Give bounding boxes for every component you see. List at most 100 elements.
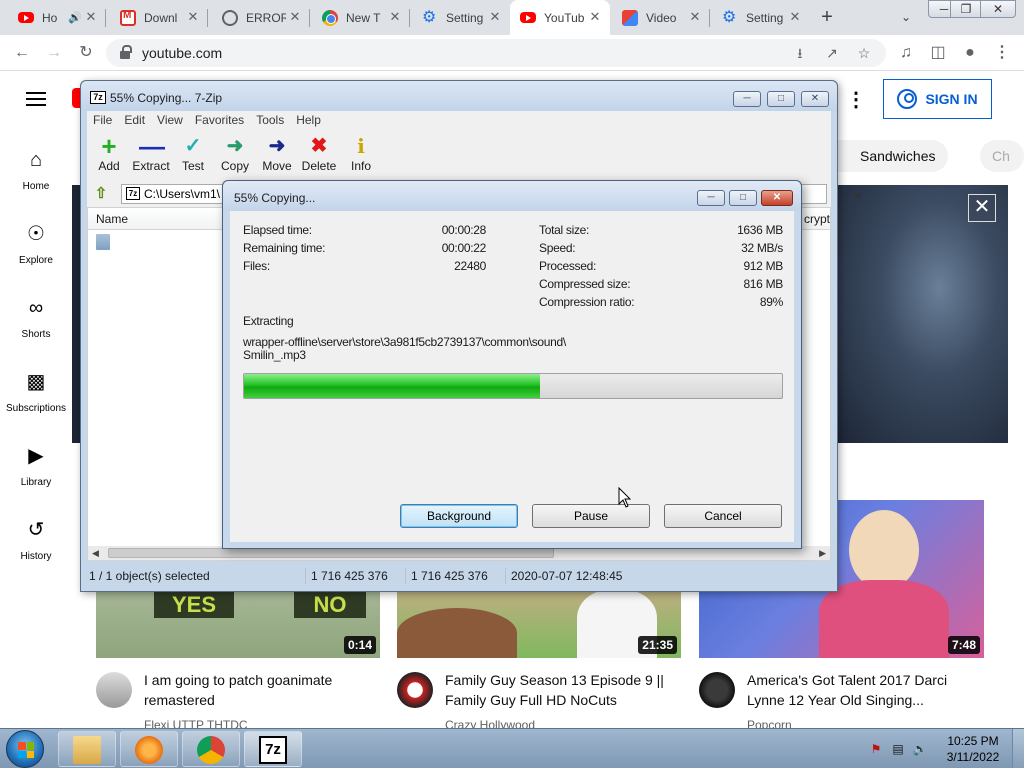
column-name[interactable]: Name (96, 208, 128, 230)
settings-menu-icon[interactable]: ⋮ (846, 90, 866, 112)
test-button[interactable]: ✓ Test (171, 133, 215, 179)
chip-sandwiches[interactable]: Sandwiches (820, 140, 948, 172)
sidebar-item-history[interactable]: ↺ History (0, 510, 72, 580)
path-text[interactable]: C:\Users\vm1\ (144, 187, 220, 201)
sidebar-item-home[interactable]: ⌂ Home (0, 140, 72, 210)
tab-home[interactable]: Ho 🔊 ✕ (8, 0, 106, 35)
sidebar-item-subscriptions[interactable]: ▩ Subscriptions (0, 362, 72, 432)
menu-tools[interactable]: Tools (250, 111, 290, 129)
scroll-left-icon[interactable]: ◀ (92, 548, 99, 559)
close-tab-icon[interactable]: ✕ (488, 10, 502, 24)
address-bar[interactable]: youtube.com ⭳ ↗ ☆ (106, 39, 886, 67)
sidebar-item-explore[interactable]: ☉ Explore (0, 214, 72, 284)
close-window-button[interactable]: ✕ (980, 0, 1016, 18)
column-crypt[interactable]: crypt (804, 208, 830, 230)
network-icon[interactable]: ▤ (890, 741, 906, 757)
channel-name[interactable]: Popcorn (747, 718, 792, 728)
menu-help[interactable]: Help (290, 111, 327, 129)
install-app-icon[interactable]: ⭳ (788, 41, 812, 65)
close-tab-icon[interactable]: ✕ (688, 10, 702, 24)
tab-video[interactable]: Video ✕ (612, 0, 710, 35)
video-title[interactable]: America's Got Talent 2017 Darci Lynne 12… (747, 670, 987, 710)
dialog-title-bar[interactable]: 55% Copying... ─ □ ✕ (223, 181, 801, 211)
tab-gmail[interactable]: Downl ✕ (110, 0, 208, 35)
show-desktop-button[interactable] (1012, 729, 1024, 768)
menu-view[interactable]: View (151, 111, 189, 129)
sidebar-item-shorts[interactable]: ∞ Shorts (0, 288, 72, 358)
bookmark-star-icon[interactable]: ☆ (852, 41, 876, 65)
taskbar-chrome[interactable] (182, 731, 240, 767)
close-button[interactable]: ✕ (801, 91, 829, 107)
add-button[interactable]: + Add (87, 133, 131, 179)
minimize-button[interactable]: ─ (697, 190, 725, 206)
tab-new-tab[interactable]: New T ✕ (312, 0, 410, 35)
taskbar-media-player[interactable] (120, 731, 178, 767)
tab-settings-2[interactable]: ⚙ Setting ✕ (712, 0, 810, 35)
copy-button[interactable]: ➜ Copy (213, 133, 257, 179)
windows-taskbar: 7z ⚑ ▤ 🔈 10:25 PM 3/11/2022 (0, 728, 1024, 768)
chevron-down-icon[interactable] (854, 193, 862, 199)
audio-icon[interactable]: 🔊 (68, 11, 82, 24)
maximize-button[interactable]: □ (767, 91, 795, 107)
profile-icon[interactable]: ● (958, 41, 982, 65)
url-text[interactable]: youtube.com (142, 45, 222, 61)
channel-avatar[interactable] (96, 672, 132, 708)
taskbar-explorer[interactable] (58, 731, 116, 767)
sevenzip-title-bar[interactable]: 7z 55% Copying... 7-Zip ─ □ ✕ (81, 81, 837, 111)
ad-banner-image[interactable] (836, 185, 1008, 443)
menu-file[interactable]: File (87, 111, 118, 129)
restore-window-button[interactable]: ❐ (950, 0, 982, 18)
chip-next[interactable]: Ch (980, 140, 1024, 172)
video-title[interactable]: I am going to patch goanimate remastered (144, 670, 384, 710)
new-tab-icon[interactable]: + (816, 6, 838, 28)
pause-button[interactable]: Pause (532, 504, 650, 528)
close-tab-icon[interactable]: ✕ (388, 10, 402, 24)
tab-error[interactable]: ERROR ✕ (212, 0, 310, 35)
video-title[interactable]: Family Guy Season 13 Episode 9 || Family… (445, 670, 685, 710)
move-button[interactable]: ➜ Move (255, 133, 299, 179)
chrome-menu-icon[interactable]: ⋮ (990, 41, 1014, 65)
close-ad-icon[interactable]: ✕ (968, 194, 996, 222)
extract-button[interactable]: — Extract (129, 133, 173, 179)
maximize-button[interactable]: □ (729, 190, 757, 206)
close-tab-icon[interactable]: ✕ (84, 10, 98, 24)
background-button[interactable]: Background (400, 504, 518, 528)
reload-icon[interactable]: ↻ (74, 41, 98, 65)
channel-avatar[interactable] (699, 672, 735, 708)
scrollbar-thumb[interactable] (108, 548, 554, 558)
taskbar-7zip[interactable]: 7z (244, 731, 302, 767)
action-center-icon[interactable]: ⚑ (868, 741, 884, 757)
up-folder-icon[interactable]: ⇧ (91, 185, 111, 203)
lock-icon[interactable] (120, 45, 132, 59)
taskbar-clock[interactable]: 10:25 PM 3/11/2022 (940, 733, 1006, 765)
hamburger-menu-icon[interactable] (26, 92, 46, 106)
channel-name[interactable]: Crazy Hollywood (445, 718, 535, 728)
sidebar-item-library[interactable]: ▶ Library (0, 436, 72, 506)
close-tab-icon[interactable]: ✕ (288, 10, 302, 24)
forward-arrow-icon[interactable]: → (42, 41, 66, 65)
share-icon[interactable]: ↗ (820, 41, 844, 65)
minimize-button[interactable]: ─ (733, 91, 761, 107)
folder-icon[interactable] (96, 234, 110, 250)
menu-edit[interactable]: Edit (118, 111, 151, 129)
chevron-down-icon[interactable]: ⌄ (896, 6, 916, 28)
scroll-right-icon[interactable]: ▶ (819, 548, 826, 559)
menu-favorites[interactable]: Favorites (189, 111, 250, 129)
volume-icon[interactable]: 🔈 (912, 741, 928, 757)
media-control-icon[interactable]: ♫ (894, 41, 918, 65)
channel-name[interactable]: Flexi UTTP THTDC (144, 718, 248, 728)
close-tab-icon[interactable]: ✕ (186, 10, 200, 24)
close-button[interactable]: ✕ (761, 190, 793, 206)
start-button[interactable] (6, 730, 44, 768)
side-panel-icon[interactable]: ◫ (926, 41, 950, 65)
tab-settings[interactable]: ⚙ Setting ✕ (412, 0, 510, 35)
tab-youtube-active[interactable]: YouTub ✕ (510, 0, 610, 35)
close-tab-icon[interactable]: ✕ (788, 10, 802, 24)
info-button[interactable]: i Info (339, 133, 383, 179)
sign-in-button[interactable]: SIGN IN (883, 79, 992, 119)
delete-button[interactable]: ✖ Delete (297, 133, 341, 179)
channel-avatar[interactable] (397, 672, 433, 708)
close-tab-icon[interactable]: ✕ (588, 10, 602, 24)
back-arrow-icon[interactable]: ← (10, 41, 34, 65)
cancel-button[interactable]: Cancel (664, 504, 782, 528)
